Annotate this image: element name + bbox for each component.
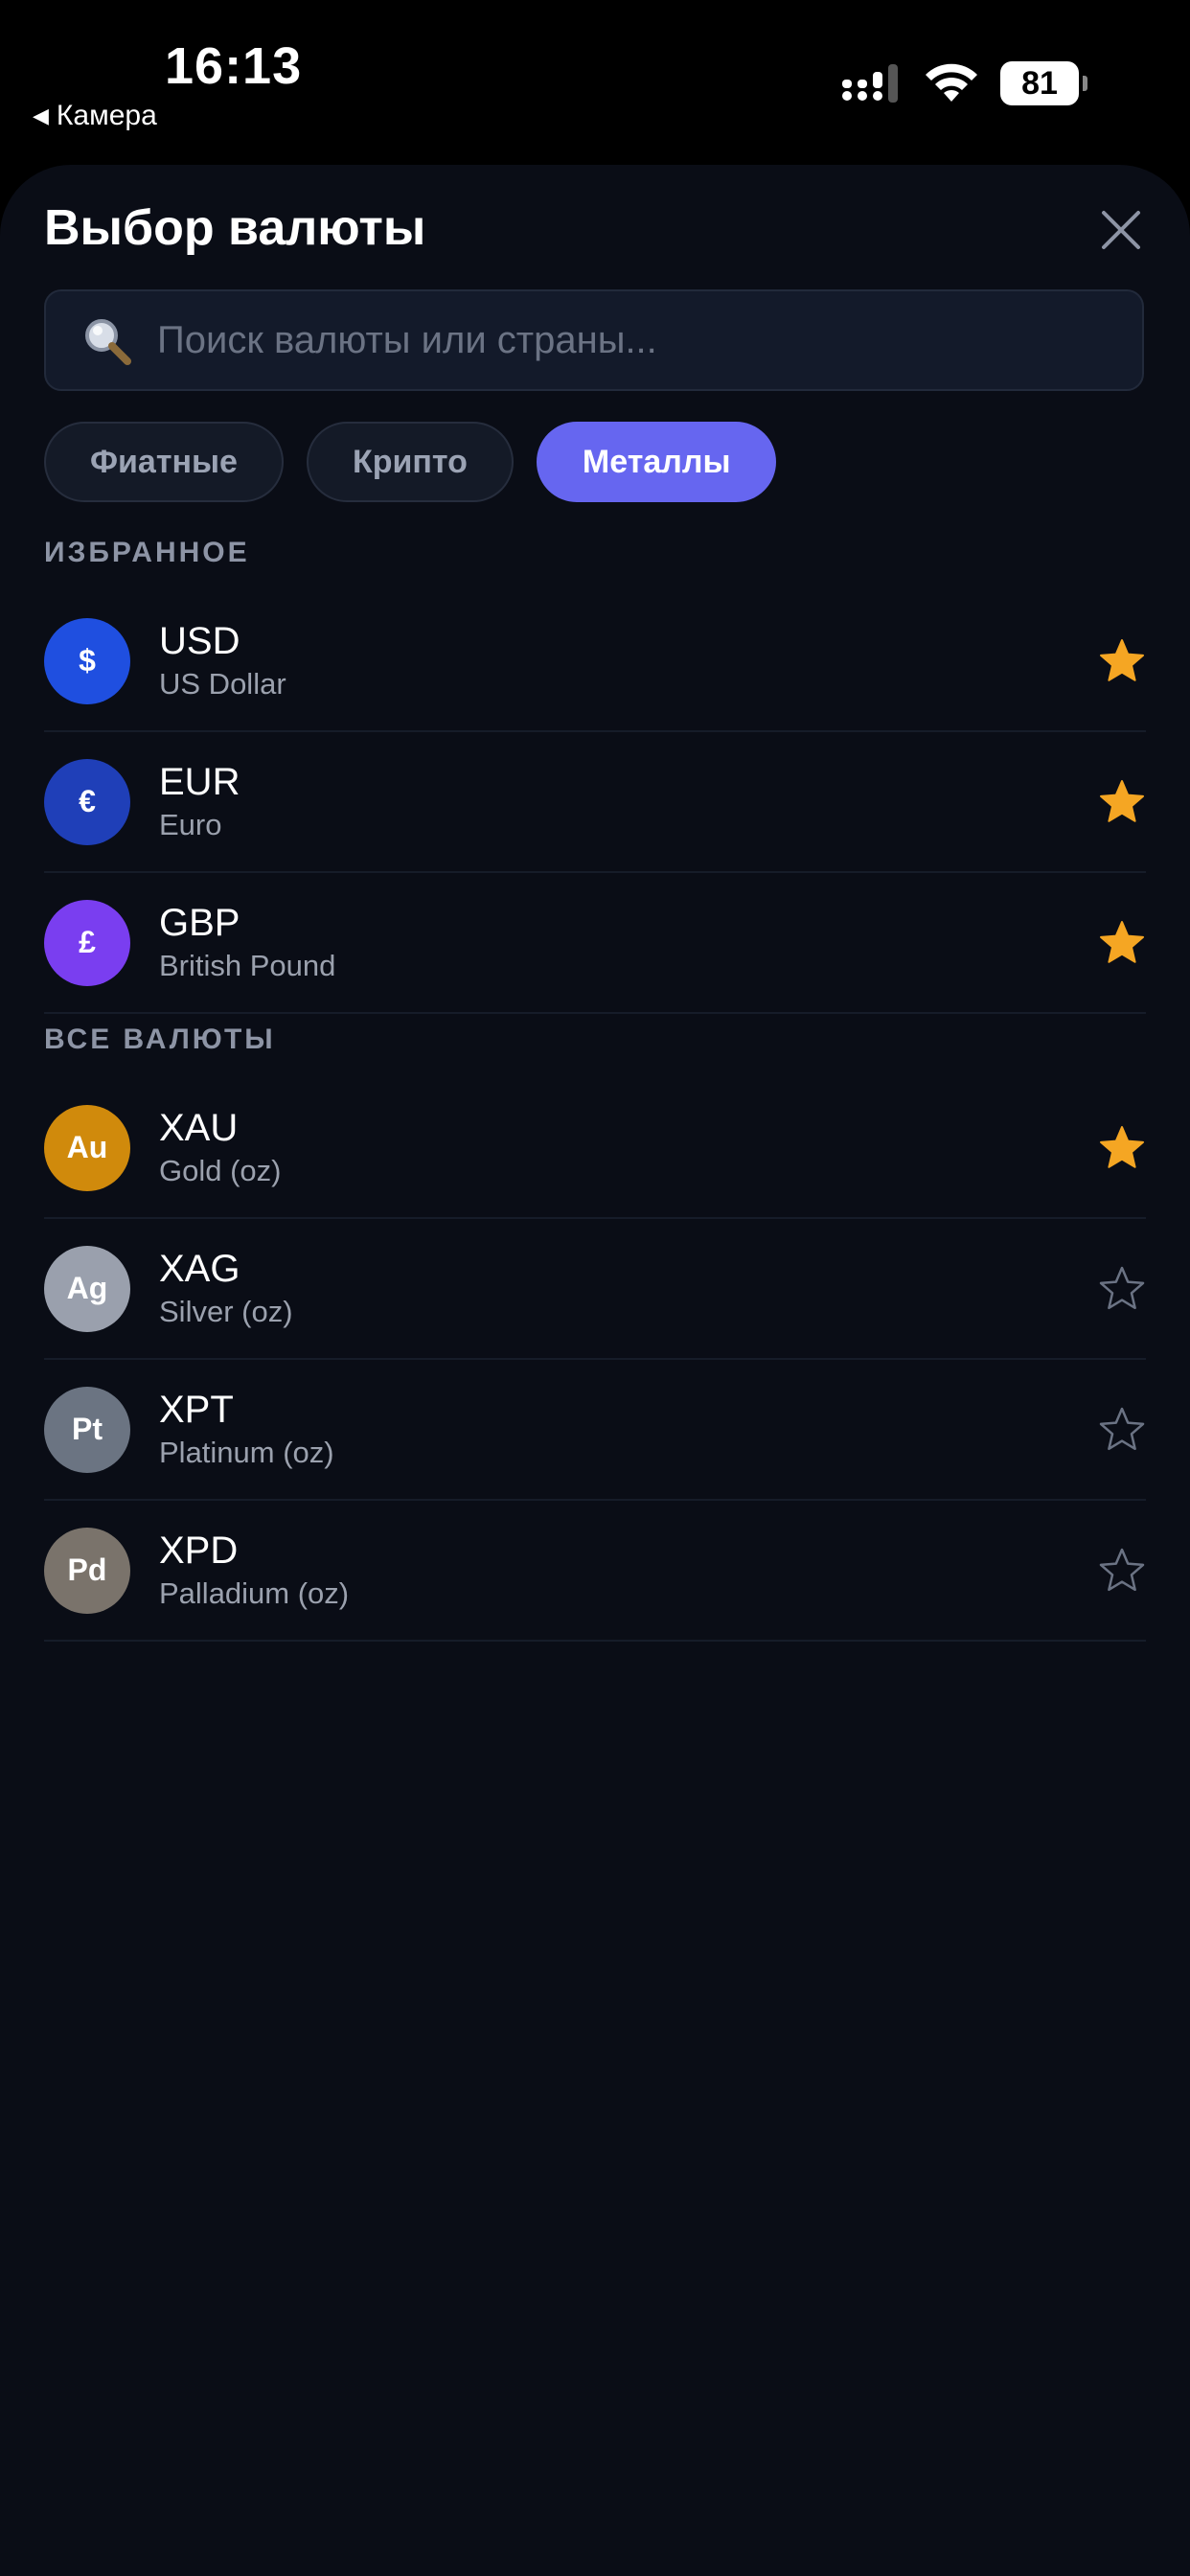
currency-text: USD US Dollar — [159, 619, 286, 703]
currency-name: Gold (oz) — [159, 1153, 282, 1187]
back-triangle-icon: ◀ — [33, 104, 49, 127]
currency-text: XAU Gold (oz) — [159, 1106, 281, 1190]
star-filled-icon[interactable] — [1098, 778, 1146, 826]
currency-code: XPD — [159, 1529, 239, 1572]
currency-text: XPD Palladium (oz) — [159, 1529, 349, 1613]
currency-row-xag[interactable]: Ag XAG Silver (oz) — [44, 1219, 1146, 1360]
star-filled-icon[interactable] — [1098, 637, 1146, 685]
search-box[interactable] — [44, 289, 1144, 391]
tab-fiat[interactable]: Фиатные — [44, 422, 284, 502]
star-filled-icon[interactable] — [1098, 1124, 1146, 1172]
currency-name: British Pound — [159, 948, 336, 982]
favorites-section-title: ИЗБРАННОЕ — [44, 537, 250, 568]
currency-code: XAU — [159, 1106, 239, 1149]
currency-avatar: $ — [44, 617, 130, 704]
currency-avatar: Pt — [44, 1386, 130, 1473]
tab-metals[interactable]: Металлы — [536, 422, 777, 502]
battery-indicator: 81 — [1000, 61, 1087, 105]
currency-name: Euro — [159, 807, 222, 841]
currency-row-usd[interactable]: $ USD US Dollar — [44, 591, 1146, 732]
cellular-signal-icon — [842, 64, 898, 103]
favorites-list: $ USD US Dollar € EUR Euro £ GBP British… — [44, 591, 1146, 1014]
currency-name: Palladium (oz) — [159, 1576, 350, 1610]
currency-row-xpt[interactable]: Pt XPT Platinum (oz) — [44, 1360, 1146, 1501]
currency-row-gbp[interactable]: £ GBP British Pound — [44, 873, 1146, 1014]
currency-avatar: Pd — [44, 1527, 130, 1614]
search-icon — [85, 319, 131, 365]
star-outline-icon[interactable] — [1098, 1547, 1146, 1595]
screen: 16:13 ◀ Камера 81 Выбор валюты Поиск вал… — [0, 0, 1190, 2576]
currency-name: Platinum (oz) — [159, 1435, 334, 1469]
currency-text: XPT Platinum (oz) — [159, 1388, 334, 1472]
status-time: 16:13 — [165, 37, 303, 95]
currency-row-xau[interactable]: Au XAU Gold (oz) — [44, 1078, 1146, 1219]
currency-text: XAG Silver (oz) — [159, 1247, 293, 1331]
sheet-title: Выбор валюты — [44, 200, 426, 256]
back-to-app-link[interactable]: ◀ Камера — [33, 100, 157, 132]
status-icons: 81 — [841, 61, 1087, 105]
currency-code: XAG — [159, 1247, 240, 1290]
currency-avatar: Au — [44, 1104, 130, 1191]
search-input[interactable] — [155, 290, 1142, 390]
currency-avatar: € — [44, 758, 130, 845]
category-tabs: Фиатные Крипто Металлы — [44, 422, 777, 502]
status-bar: 16:13 ◀ Камера 81 — [0, 0, 1190, 163]
currency-name: US Dollar — [159, 666, 286, 701]
all-currencies-list: Au XAU Gold (oz) Ag XAG Silver (oz) Pt X… — [44, 1078, 1146, 1642]
currency-picker-sheet: Выбор валюты Фиатные Крипто Металлы ИЗБР… — [0, 165, 1190, 2576]
currency-name: Silver (oz) — [159, 1294, 293, 1328]
currency-code: GBP — [159, 901, 240, 944]
star-outline-icon[interactable] — [1098, 1406, 1146, 1454]
close-icon[interactable] — [1094, 203, 1148, 257]
currency-code: XPT — [159, 1388, 234, 1431]
wifi-icon — [926, 63, 977, 102]
all-currencies-section-title: ВСЕ ВАЛЮТЫ — [44, 1024, 276, 1055]
currency-code: EUR — [159, 760, 240, 803]
currency-row-eur[interactable]: € EUR Euro — [44, 732, 1146, 873]
currency-avatar: Ag — [44, 1245, 130, 1332]
currency-text: EUR Euro — [159, 760, 240, 844]
star-filled-icon[interactable] — [1098, 919, 1146, 967]
star-outline-icon[interactable] — [1098, 1265, 1146, 1313]
currency-row-xpd[interactable]: Pd XPD Palladium (oz) — [44, 1501, 1146, 1642]
back-app-label: Камера — [56, 100, 157, 131]
currency-avatar: £ — [44, 899, 130, 986]
currency-code: USD — [159, 619, 240, 662]
currency-text: GBP British Pound — [159, 901, 335, 985]
tab-crypto[interactable]: Крипто — [306, 422, 514, 502]
